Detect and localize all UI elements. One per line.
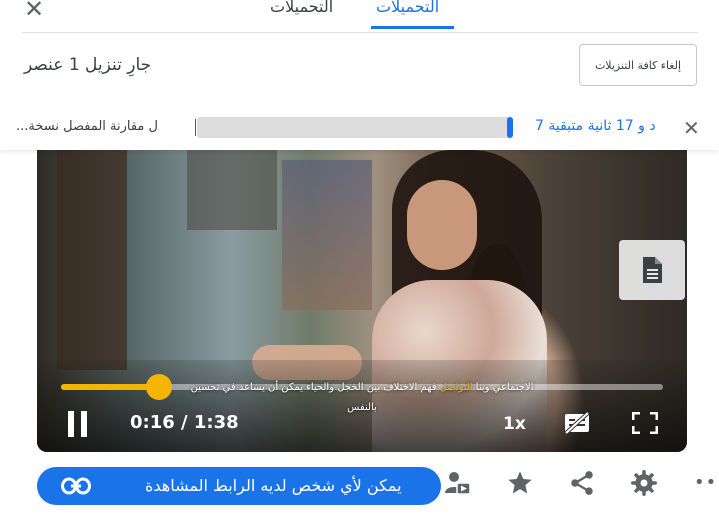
- subtitle-highlight: التواصل: [439, 382, 473, 393]
- active-tab-indicator: [371, 26, 454, 29]
- tab-downloads-active[interactable]: التحميلات: [376, 0, 439, 18]
- link-icon: [61, 477, 91, 495]
- subtitle-text-start: فهم الاختلاف بين الخجل والحياء يمكن أن ي…: [190, 382, 437, 393]
- video-background: [282, 160, 372, 310]
- cancel-download-icon[interactable]: ✕: [683, 116, 700, 140]
- share-icon[interactable]: [567, 468, 597, 498]
- playback-speed-button[interactable]: 1x: [503, 414, 526, 434]
- fullscreen-icon[interactable]: [631, 411, 659, 435]
- progress-cursor: [195, 119, 196, 136]
- cancel-all-downloads-button[interactable]: إلغاء كافة التنزيلات: [579, 44, 697, 86]
- tab-downloads-inactive[interactable]: التحميلات: [270, 0, 333, 18]
- app-root: ✕ التحميلات التحميلات جارِ تنزيل 1 عنصر …: [0, 0, 719, 522]
- downloads-tabbar: التحميلات التحميلات: [0, 0, 719, 32]
- video-player[interactable]: الاجتماعي وبنا التواصل فهم الاختلاف بين …: [37, 150, 687, 452]
- share-visibility-button[interactable]: يمكن لأي شخص لديه الرابط المشاهدة: [37, 467, 441, 505]
- captions-off-icon[interactable]: [564, 411, 590, 435]
- video-background: [187, 150, 277, 230]
- document-icon[interactable]: [619, 240, 685, 300]
- time-readout: 0:16 / 1:38: [130, 412, 239, 433]
- downloads-panel: ✕ التحميلات التحميلات جارِ تنزيل 1 عنصر …: [0, 0, 719, 150]
- video-background: [57, 150, 127, 370]
- download-status-text: جارِ تنزيل 1 عنصر: [24, 55, 152, 75]
- download-progress-fill: [506, 117, 513, 138]
- video-subject: [407, 180, 477, 270]
- pause-icon[interactable]: [66, 411, 90, 437]
- subtitle-line-1: الاجتماعي وبنا التواصل فهم الاختلاف بين …: [37, 378, 687, 398]
- subtitle-text-end: الاجتماعي وبنا: [475, 382, 534, 393]
- divider: [22, 32, 698, 33]
- star-icon[interactable]: [505, 468, 535, 498]
- share-visibility-label: يمكن لأي شخص لديه الرابط المشاهدة: [145, 476, 402, 495]
- seek-handle[interactable]: [146, 374, 173, 400]
- download-item-title: ...ل مقارنة المفصل نسخة: [16, 119, 158, 134]
- time-remaining-text: د و 17 ثانية متبقية 7: [535, 118, 656, 134]
- download-item: ...ل مقارنة المفصل نسخة د و 17 ثانية متب…: [0, 110, 719, 142]
- more-icon[interactable]: •••: [694, 472, 719, 493]
- person-video-icon[interactable]: [443, 468, 473, 498]
- settings-icon[interactable]: [629, 468, 659, 498]
- download-progress-bar: [195, 117, 513, 138]
